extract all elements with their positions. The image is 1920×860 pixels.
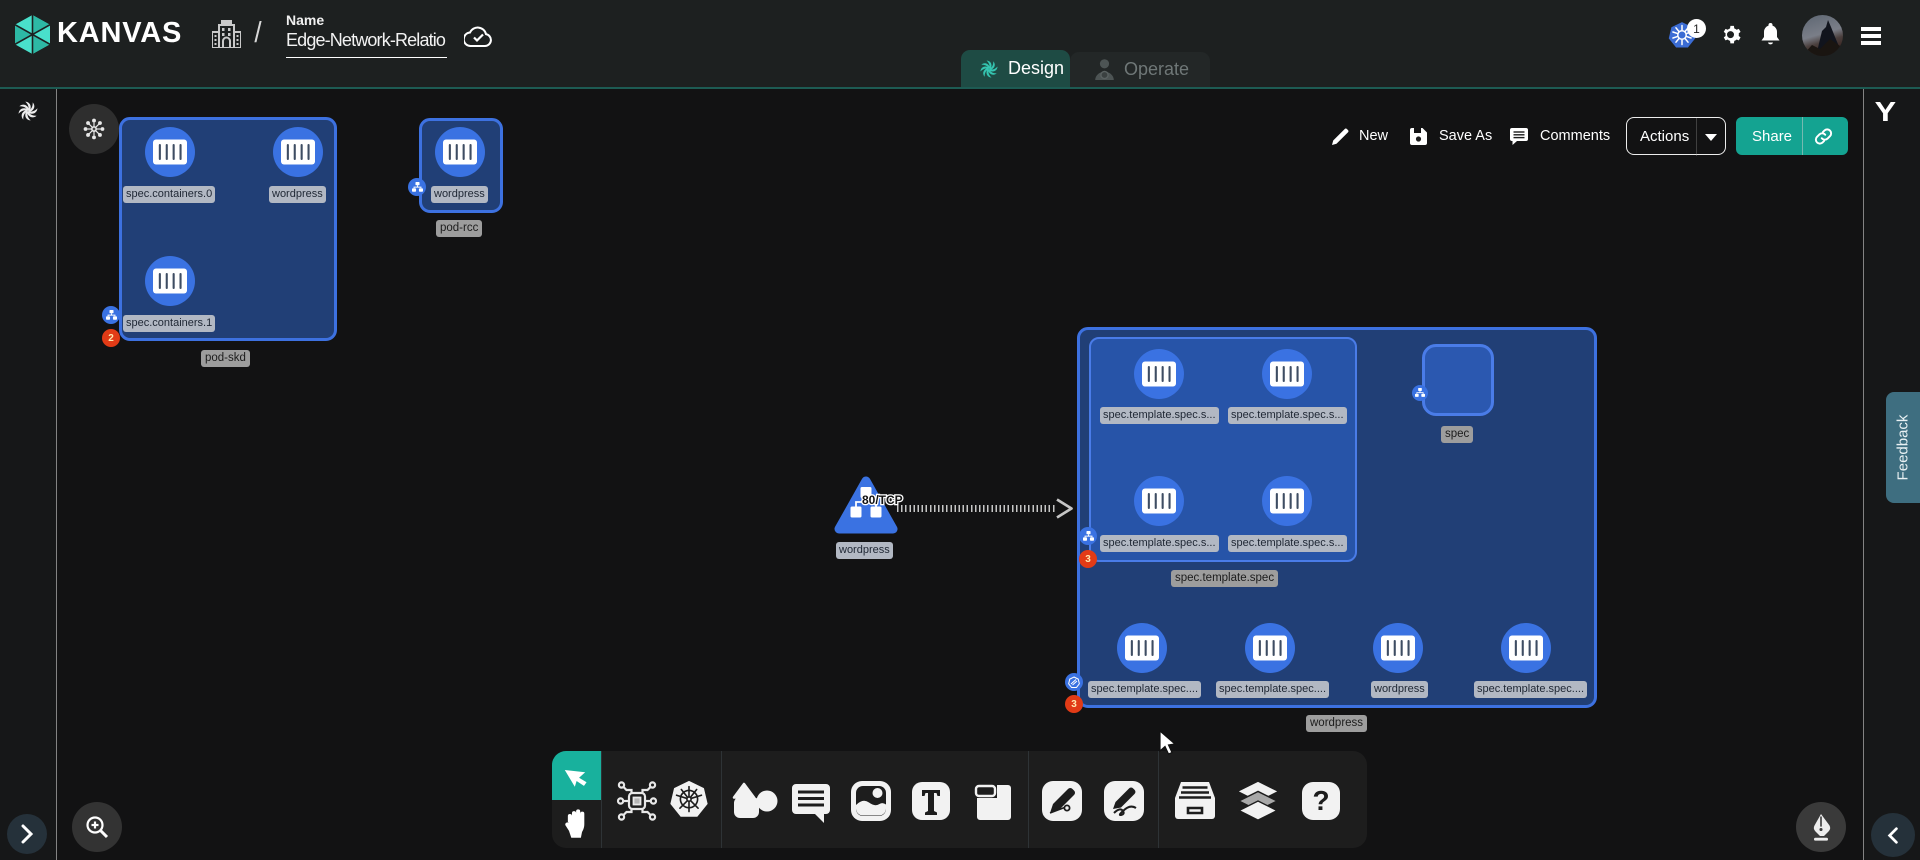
svg-text:80/TCP: 80/TCP	[862, 493, 903, 507]
svg-text:?: ?	[1312, 785, 1329, 816]
